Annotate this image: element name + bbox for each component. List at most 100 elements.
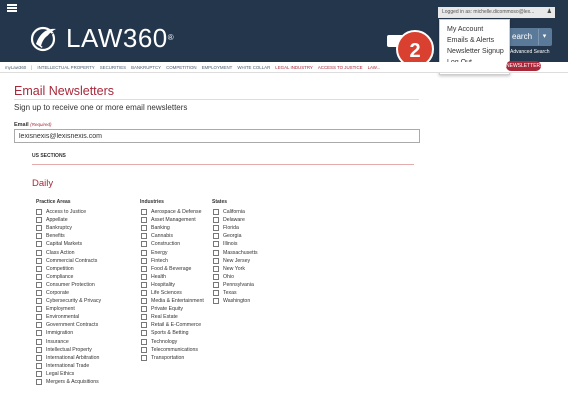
checkbox-option[interactable]: International Trade xyxy=(36,362,101,370)
checkbox-option[interactable]: Employment xyxy=(36,305,101,313)
checkbox-option[interactable]: Consumer Protection xyxy=(36,281,101,289)
checkbox[interactable] xyxy=(213,209,219,216)
nav-item[interactable]: COMPETITION xyxy=(166,65,197,71)
checkbox[interactable] xyxy=(141,241,147,248)
checkbox-option[interactable]: Illinois xyxy=(213,240,258,248)
checkbox-option[interactable]: International Arbitration xyxy=(36,354,101,362)
checkbox-option[interactable]: Washington xyxy=(213,297,258,305)
checkbox-option[interactable]: Sports & Betting xyxy=(141,329,204,337)
checkbox[interactable] xyxy=(36,225,42,232)
checkbox-option[interactable]: Class Action xyxy=(36,248,101,256)
nav-item[interactable]: ACCESS TO JUSTICE xyxy=(318,65,363,71)
checkbox-option[interactable]: Banking xyxy=(141,224,204,232)
checkbox[interactable] xyxy=(36,281,42,288)
checkbox[interactable] xyxy=(141,233,147,240)
checkbox[interactable] xyxy=(36,362,42,369)
checkbox-option[interactable]: Appellate xyxy=(36,216,101,224)
checkbox[interactable] xyxy=(213,289,219,296)
checkbox[interactable] xyxy=(213,298,219,305)
menu-item-newsletter-signup[interactable]: Newsletter Signup xyxy=(447,47,509,58)
nav-item[interactable]: BANKRUPTCY xyxy=(131,65,161,71)
checkbox[interactable] xyxy=(36,257,42,264)
checkbox[interactable] xyxy=(36,233,42,240)
checkbox-option[interactable]: Intellectual Property xyxy=(36,346,101,354)
newsletters-button[interactable]: NEWSLETTERS xyxy=(506,61,544,71)
checkbox-option[interactable]: California xyxy=(213,208,258,216)
checkbox[interactable] xyxy=(213,273,219,280)
checkbox[interactable] xyxy=(36,209,42,216)
checkbox[interactable] xyxy=(36,379,42,386)
checkbox-option[interactable]: Bankruptcy xyxy=(36,224,101,232)
checkbox[interactable] xyxy=(141,273,147,280)
checkbox[interactable] xyxy=(36,273,42,280)
checkbox-option[interactable]: Media & Entertainment xyxy=(141,297,204,305)
checkbox-option[interactable]: Access to Justice xyxy=(36,208,101,216)
checkbox[interactable] xyxy=(141,322,147,329)
menu-item-my-account[interactable]: My Account xyxy=(447,25,509,36)
logged-in-bar[interactable]: Logged in as: michelle.dicommoso@lex... … xyxy=(438,7,555,18)
checkbox-option[interactable]: Cannabis xyxy=(141,232,204,240)
checkbox-option[interactable]: New York xyxy=(213,265,258,273)
checkbox[interactable] xyxy=(141,330,147,337)
nav-item[interactable]: LEGAL INDUSTRY xyxy=(275,65,313,71)
checkbox-option[interactable]: Immigration xyxy=(36,329,101,337)
checkbox-option[interactable]: Florida xyxy=(213,224,258,232)
checkbox[interactable] xyxy=(141,346,147,353)
checkbox[interactable] xyxy=(36,217,42,224)
checkbox[interactable] xyxy=(141,298,147,305)
checkbox-option[interactable]: Corporate xyxy=(36,289,101,297)
checkbox[interactable] xyxy=(141,249,147,256)
user-icon[interactable]: ♟ xyxy=(547,7,552,18)
checkbox-option[interactable]: Ohio xyxy=(213,273,258,281)
nav-item[interactable]: INTELLECTUAL PROPERTY xyxy=(37,65,94,71)
checkbox[interactable] xyxy=(141,289,147,296)
checkbox-option[interactable]: Massachusetts xyxy=(213,248,258,256)
checkbox[interactable] xyxy=(213,249,219,256)
nav-item[interactable]: EMPLOYMENT xyxy=(202,65,233,71)
checkbox-option[interactable]: Energy xyxy=(141,248,204,256)
checkbox[interactable] xyxy=(36,322,42,329)
nav-item[interactable]: WHITE COLLAR xyxy=(237,65,270,71)
checkbox-option[interactable]: Delaware xyxy=(213,216,258,224)
checkbox-option[interactable]: Life Sciences xyxy=(141,289,204,297)
checkbox[interactable] xyxy=(36,298,42,305)
checkbox[interactable] xyxy=(213,281,219,288)
checkbox[interactable] xyxy=(213,265,219,272)
checkbox-option[interactable]: Georgia xyxy=(213,232,258,240)
checkbox-option[interactable]: Legal Ethics xyxy=(36,370,101,378)
checkbox-option[interactable]: Texas xyxy=(213,289,258,297)
checkbox-option[interactable]: Mergers & Acquisitions xyxy=(36,378,101,386)
checkbox-option[interactable]: Construction xyxy=(141,240,204,248)
checkbox-option[interactable]: Telecommunications xyxy=(141,346,204,354)
checkbox-option[interactable]: Insurance xyxy=(36,338,101,346)
checkbox-option[interactable]: Environmental xyxy=(36,313,101,321)
checkbox-option[interactable]: Private Equity xyxy=(141,305,204,313)
checkbox-option[interactable]: Commercial Contracts xyxy=(36,257,101,265)
checkbox-option[interactable]: Pennsylvania xyxy=(213,281,258,289)
checkbox[interactable] xyxy=(36,346,42,353)
checkbox-option[interactable]: Transportation xyxy=(141,354,204,362)
checkbox[interactable] xyxy=(141,225,147,232)
checkbox-option[interactable]: Hospitality xyxy=(141,281,204,289)
email-input[interactable] xyxy=(14,129,420,143)
checkbox-option[interactable]: Health xyxy=(141,273,204,281)
checkbox[interactable] xyxy=(213,233,219,240)
checkbox-option[interactable]: Compliance xyxy=(36,273,101,281)
checkbox[interactable] xyxy=(36,314,42,321)
checkbox-option[interactable]: New Jersey xyxy=(213,257,258,265)
checkbox-option[interactable]: Government Contracts xyxy=(36,321,101,329)
checkbox-option[interactable]: Asset Management xyxy=(141,216,204,224)
checkbox[interactable] xyxy=(36,289,42,296)
checkbox[interactable] xyxy=(36,370,42,377)
checkbox-option[interactable]: Food & Beverage xyxy=(141,265,204,273)
checkbox-option[interactable]: Cybersecurity & Privacy xyxy=(36,297,101,305)
hamburger-menu-icon[interactable] xyxy=(7,4,17,12)
menu-item-emails-alerts[interactable]: Emails & Alerts xyxy=(447,36,509,47)
checkbox[interactable] xyxy=(213,225,219,232)
nav-item[interactable]: myLaw360 xyxy=(5,65,26,71)
nav-item[interactable]: SECURITIES xyxy=(100,65,126,71)
checkbox[interactable] xyxy=(36,338,42,345)
nav-item[interactable]: LAW... xyxy=(368,65,381,71)
checkbox[interactable] xyxy=(141,314,147,321)
checkbox[interactable] xyxy=(36,330,42,337)
